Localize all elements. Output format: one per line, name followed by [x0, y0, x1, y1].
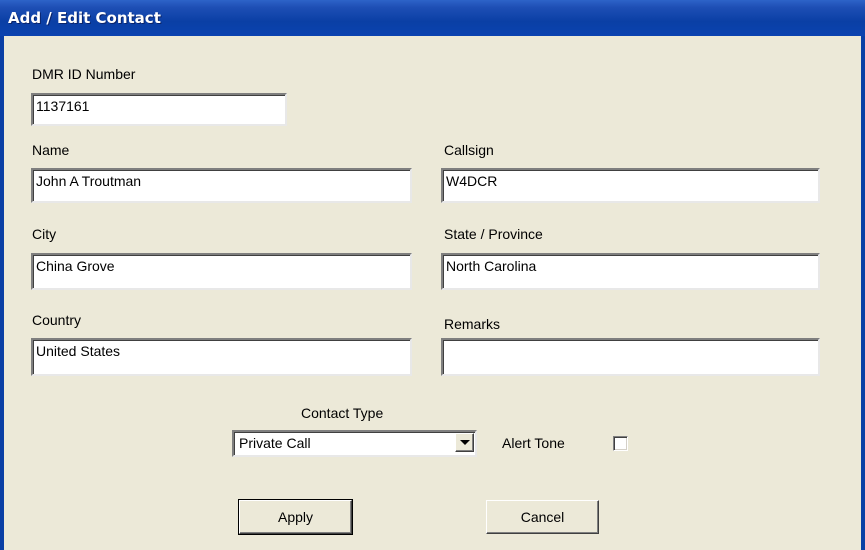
country-value: United States	[36, 343, 121, 359]
city-input[interactable]: China Grove	[31, 253, 412, 290]
name-input[interactable]: John A Troutman	[31, 168, 412, 203]
city-label: City	[32, 226, 57, 242]
title-bar[interactable]: Add / Edit Contact	[0, 0, 865, 36]
contact-dialog: Add / Edit Contact DMR ID Number 1137161…	[0, 0, 865, 550]
dmr-id-input[interactable]: 1137161	[31, 93, 287, 126]
dmr-id-value: 1137161	[36, 98, 90, 114]
apply-button[interactable]: Apply	[238, 499, 353, 535]
name-value: John A Troutman	[36, 173, 142, 189]
state-value: North Carolina	[446, 258, 537, 274]
state-input[interactable]: North Carolina	[441, 253, 820, 290]
contact-type-select[interactable]: Private Call	[232, 430, 477, 457]
city-value: China Grove	[36, 258, 115, 274]
country-label: Country	[32, 312, 82, 328]
callsign-value: W4DCR	[446, 173, 498, 189]
window-title: Add / Edit Contact	[8, 9, 161, 27]
alert-tone-label: Alert Tone	[502, 435, 565, 451]
contact-type-label: Contact Type	[301, 405, 384, 421]
cancel-button[interactable]: Cancel	[486, 500, 599, 534]
window-frame-left	[0, 36, 4, 550]
state-label: State / Province	[444, 226, 543, 242]
dmr-id-label: DMR ID Number	[32, 66, 136, 82]
window-frame-right	[861, 36, 865, 550]
chevron-down-icon[interactable]	[455, 433, 474, 452]
callsign-label: Callsign	[444, 142, 494, 158]
contact-type-value: Private Call	[239, 435, 311, 451]
callsign-input[interactable]: W4DCR	[441, 168, 820, 203]
country-input[interactable]: United States	[31, 338, 412, 376]
remarks-input[interactable]	[441, 338, 820, 376]
name-label: Name	[32, 142, 70, 158]
remarks-label: Remarks	[444, 316, 501, 332]
alert-tone-checkbox[interactable]	[613, 436, 628, 451]
